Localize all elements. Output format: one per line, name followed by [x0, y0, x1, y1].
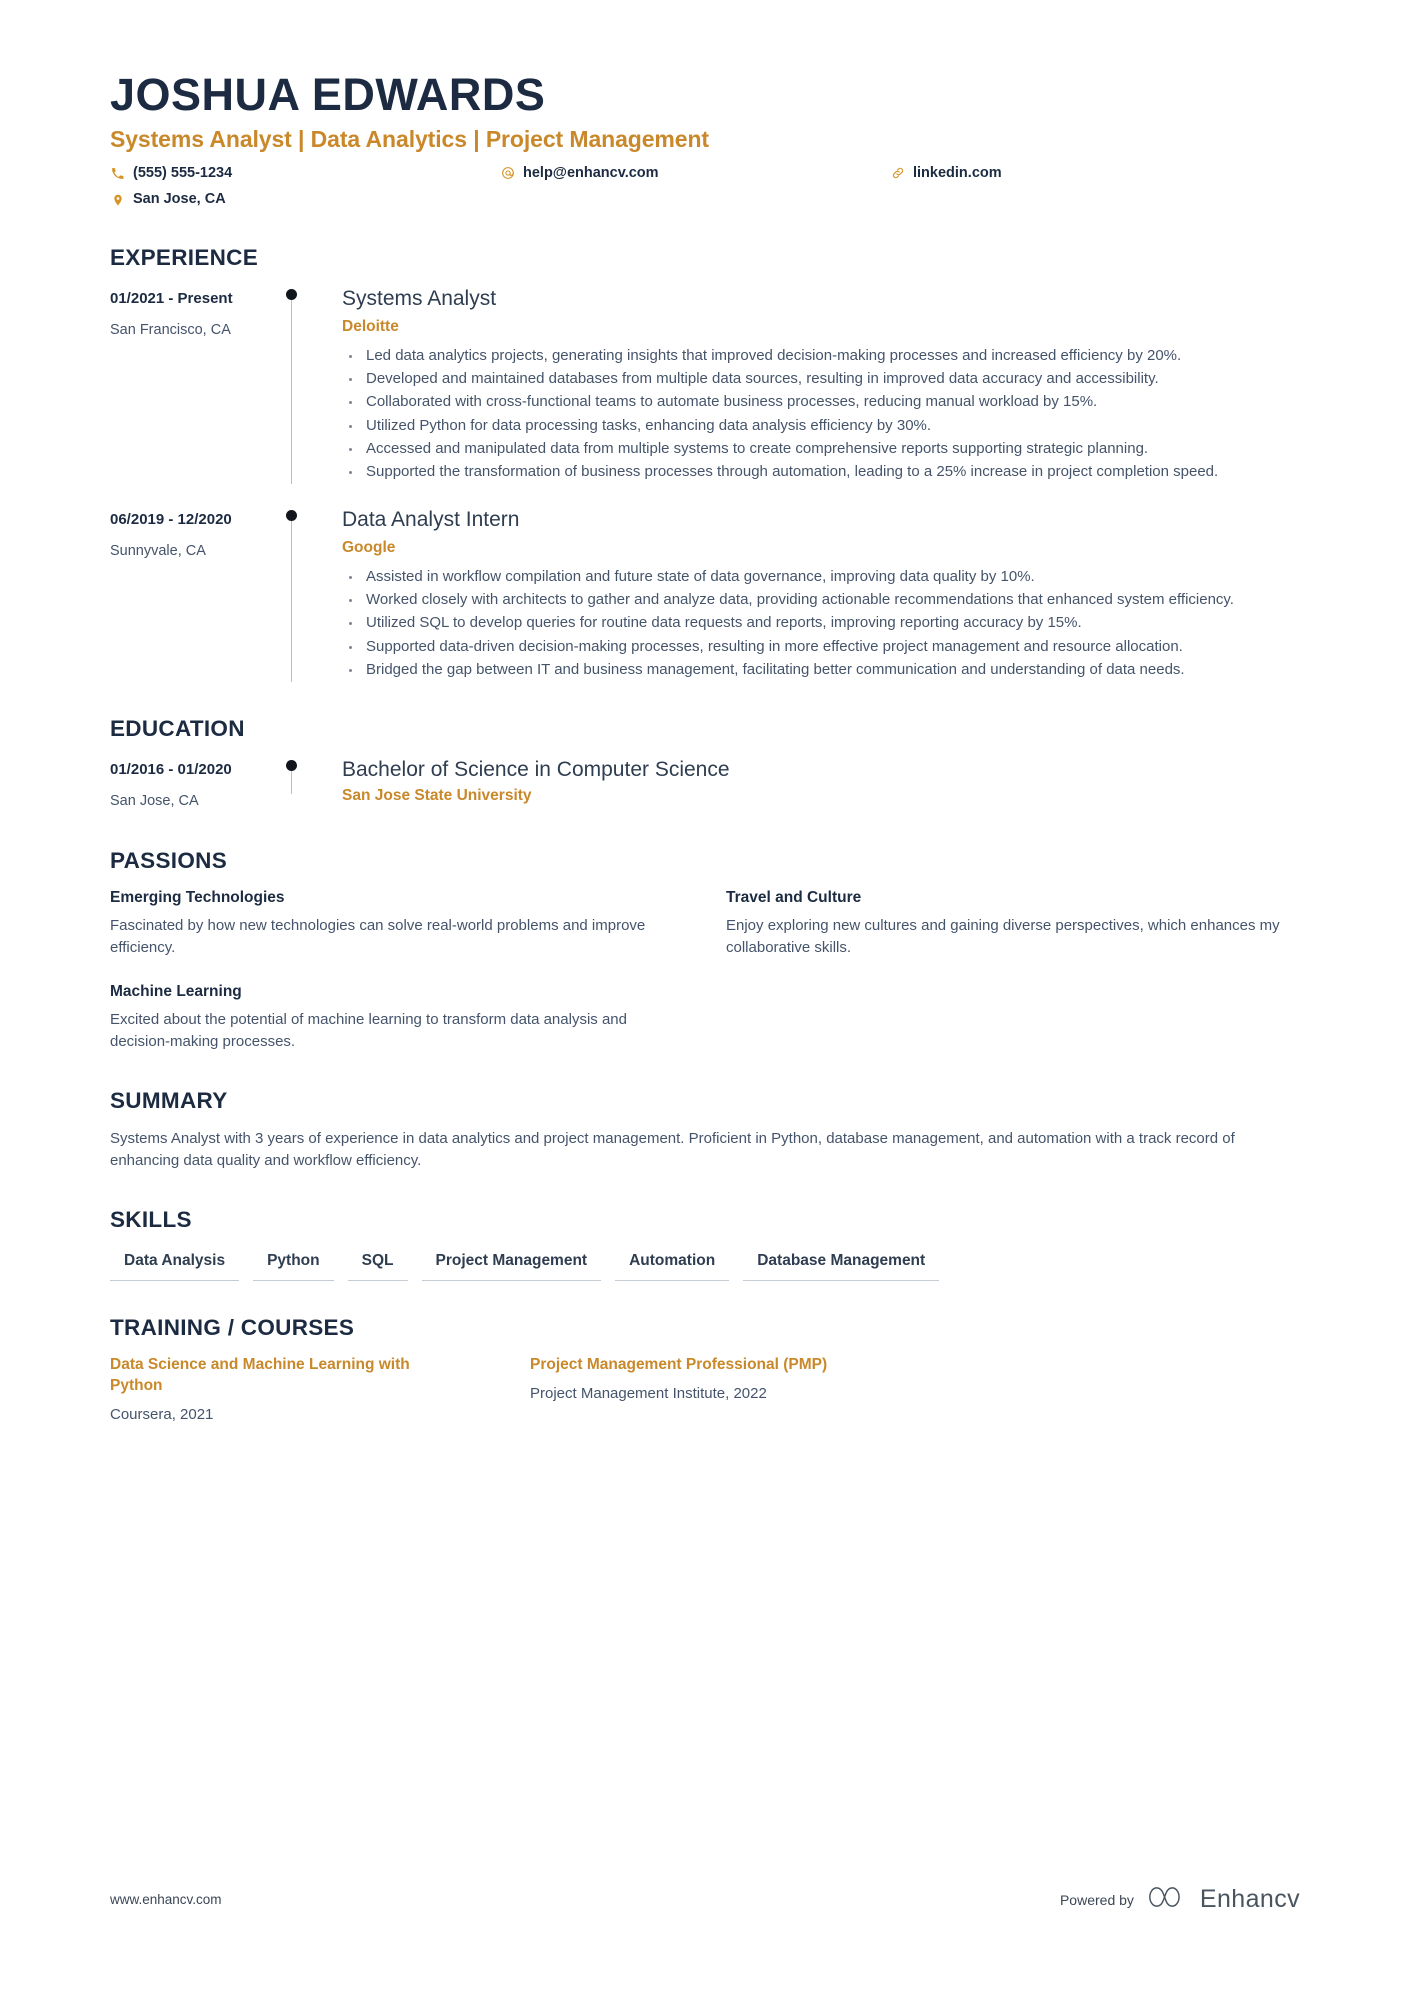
contact-location-text: San Jose, CA [133, 191, 226, 208]
page-footer: www.enhancv.com Powered by Enhancv [110, 1884, 1300, 1915]
passion-title: Travel and Culture [726, 889, 862, 907]
contact-linkedin[interactable]: linkedin.com [890, 163, 1300, 185]
education-section: EDUCATION 01/2016 - 01/2020 San Jose, CA… [110, 716, 1300, 814]
summary-text: Systems Analyst with 3 years of experien… [110, 1129, 1235, 1170]
contact-email-text: help@enhancv.com [523, 164, 659, 181]
bullet-item: Utilized SQL to develop queries for rout… [342, 612, 1300, 634]
contact-linkedin-text: linkedin.com [913, 164, 1002, 181]
bullet-item: Accessed and manipulated data from multi… [342, 438, 1300, 460]
contact-location: San Jose, CA [110, 189, 500, 211]
skills-list: Data Analysis Python SQL Project Managem… [110, 1247, 1300, 1281]
education-location: San Jose, CA [110, 792, 199, 809]
training-heading: TRAINING / COURSES [110, 1314, 355, 1340]
course-meta: Coursera, 2021 [110, 1405, 214, 1423]
footer-url[interactable]: www.enhancv.com [110, 1892, 222, 1907]
education-heading: EDUCATION [110, 716, 245, 742]
bullet-item: Utilized Python for data processing task… [342, 415, 1300, 437]
timeline-rail [280, 285, 320, 485]
passions-section: PASSIONS Emerging Technologies Fascinate… [110, 848, 1300, 1054]
passion-item: Machine Learning Excited about the poten… [110, 982, 684, 1054]
bullet-item: Developed and maintained databases from … [342, 368, 1300, 390]
location-icon [110, 193, 125, 207]
contact-email[interactable]: help@enhancv.com [500, 163, 890, 185]
skill-tag: Database Management [743, 1247, 940, 1281]
bullet-item: Supported data-driven decision-making pr… [342, 636, 1300, 658]
passion-item: Travel and Culture Enjoy exploring new c… [726, 888, 1300, 960]
bullet-item: Collaborated with cross-functional teams… [342, 391, 1300, 413]
experience-date: 06/2019 - 12/2020 [110, 511, 232, 529]
course-name: Data Science and Machine Learning with P… [110, 1355, 410, 1394]
timeline-dot [286, 510, 297, 522]
passion-text: Enjoy exploring new cultures and gaining… [726, 916, 1280, 957]
passions-heading: PASSIONS [110, 848, 228, 874]
skills-heading: SKILLS [110, 1206, 192, 1232]
candidate-headline: Systems Analyst | Data Analytics | Proje… [110, 125, 709, 152]
contact-phone-text: (555) 555-1234 [133, 164, 233, 181]
candidate-name: JOSHUA EDWARDS [110, 69, 546, 120]
email-icon [500, 166, 515, 180]
resume-header: JOSHUA EDWARDS Systems Analyst | Data An… [110, 70, 1300, 211]
education-date: 01/2016 - 01/2020 [110, 761, 232, 779]
training-section: TRAINING / COURSES Data Science and Mach… [110, 1315, 1300, 1426]
timeline-rail [280, 756, 320, 814]
passion-text: Excited about the potential of machine l… [110, 1010, 627, 1051]
summary-heading: SUMMARY [110, 1087, 228, 1113]
course-meta: Project Management Institute, 2022 [530, 1384, 767, 1402]
training-item: Project Management Professional (PMP) Pr… [530, 1355, 1300, 1426]
bullet-item: Led data analytics projects, generating … [342, 345, 1300, 367]
bullet-item: Assisted in workflow compilation and fut… [342, 566, 1300, 588]
experience-heading: EXPERIENCE [110, 245, 259, 270]
experience-location: San Francisco, CA [110, 321, 231, 338]
skill-tag: Automation [615, 1247, 730, 1281]
passions-grid: Emerging Technologies Fascinated by how … [110, 888, 1300, 1054]
passion-item: Emerging Technologies Fascinated by how … [110, 888, 684, 960]
training-item: Data Science and Machine Learning with P… [110, 1355, 510, 1426]
experience-date: 01/2021 - Present [110, 290, 233, 307]
education-entry: 01/2016 - 01/2020 San Jose, CA Bachelor … [110, 756, 1300, 814]
experience-company: Google [342, 539, 396, 557]
experience-entry: 01/2021 - Present San Francisco, CA Syst… [110, 285, 1300, 485]
timeline-dot [286, 289, 297, 300]
bullet-item: Supported the transformation of business… [342, 461, 1300, 483]
bullet-item: Worked closely with architects to gather… [342, 589, 1300, 611]
experience-company: Deloitte [342, 318, 399, 336]
experience-location: Sunnyvale, CA [110, 542, 206, 559]
timeline-dot [286, 760, 297, 772]
enhancv-brand-name: Enhancv [1199, 1885, 1300, 1913]
phone-icon [110, 167, 125, 180]
skill-tag: Project Management [421, 1247, 602, 1281]
experience-role: Systems Analyst [342, 287, 497, 310]
course-name: Project Management Professional (PMP) [530, 1355, 828, 1373]
summary-section: SUMMARY Systems Analyst with 3 years of … [110, 1088, 1300, 1173]
contact-phone[interactable]: (555) 555-1234 [110, 163, 500, 185]
passion-text: Fascinated by how new technologies can s… [110, 916, 646, 957]
experience-section: EXPERIENCE 01/2021 - Present San Francis… [110, 245, 1300, 683]
enhancv-brand: Enhancv [1148, 1884, 1300, 1915]
experience-entry: 06/2019 - 12/2020 Sunnyvale, CA Data Ana… [110, 506, 1300, 683]
skill-tag: SQL [347, 1247, 408, 1281]
experience-bullets: Assisted in workflow compilation and fut… [342, 566, 1300, 681]
enhancv-logo-icon [1148, 1884, 1190, 1915]
skill-tag: Python [253, 1247, 334, 1281]
skill-tag: Data Analysis [110, 1247, 240, 1281]
resume-page: JOSHUA EDWARDS Systems Analyst | Data An… [0, 0, 1410, 1995]
timeline-line [291, 516, 293, 683]
experience-bullets: Led data analytics projects, generating … [342, 345, 1300, 483]
education-degree: Bachelor of Science in Computer Science [342, 758, 730, 782]
passion-title: Machine Learning [110, 982, 242, 1000]
contact-info: (555) 555-1234 help@enhancv.com linkedin… [110, 163, 1300, 212]
link-icon [890, 166, 905, 180]
bullet-item: Bridged the gap between IT and business … [342, 659, 1300, 681]
experience-role: Data Analyst Intern [342, 508, 520, 532]
skills-section: SKILLS Data Analysis Python SQL Project … [110, 1207, 1300, 1281]
timeline-rail [280, 506, 320, 683]
education-school: San Jose State University [342, 787, 532, 805]
passion-title: Emerging Technologies [110, 889, 285, 907]
timeline-line [291, 295, 293, 485]
powered-by-label: Powered by [1059, 1891, 1134, 1908]
training-grid: Data Science and Machine Learning with P… [110, 1355, 1300, 1426]
